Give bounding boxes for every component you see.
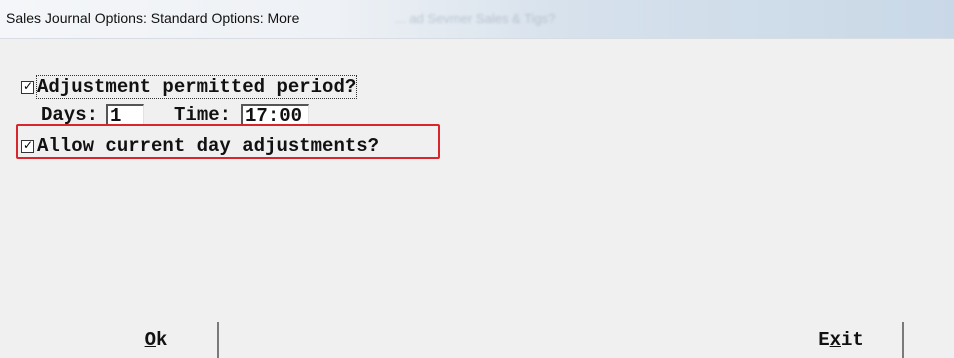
exit-label-pre: E: [818, 329, 830, 351]
days-input[interactable]: 1: [106, 104, 145, 126]
window-title: Sales Journal Options: Standard Options:…: [6, 10, 300, 26]
title-bar[interactable]: Sales Journal Options: Standard Options:…: [0, 0, 954, 39]
ok-button[interactable]: Ok: [95, 322, 219, 358]
days-time-row: Days: 1 Time: 17:00: [41, 104, 310, 126]
check-mark-icon: ✓: [23, 78, 34, 93]
ok-label-rest: k: [156, 329, 168, 351]
adjustment-period-checkbox[interactable]: ✓: [21, 78, 34, 94]
dialog-window: Sales Journal Options: Standard Options:…: [0, 0, 954, 358]
time-input[interactable]: 17:00: [241, 104, 310, 126]
highlight-annotation: [16, 124, 440, 159]
days-label: Days:: [41, 104, 99, 126]
adjustment-period-label: Adjustment permitted period?: [35, 75, 358, 99]
ok-mnemonic: O: [144, 329, 156, 351]
exit-label-rest: it: [841, 329, 864, 351]
background-window-title: ... ad Sevmer Sales & Tigs?: [395, 11, 556, 26]
adjustment-period-option[interactable]: ✓ Adjustment permitted period?: [21, 75, 358, 99]
dialog-body: ✓ Adjustment permitted period? Days: 1 T…: [7, 39, 954, 358]
time-label: Time:: [174, 104, 232, 126]
exit-button[interactable]: Exit: [780, 322, 904, 358]
exit-mnemonic: x: [829, 329, 841, 351]
